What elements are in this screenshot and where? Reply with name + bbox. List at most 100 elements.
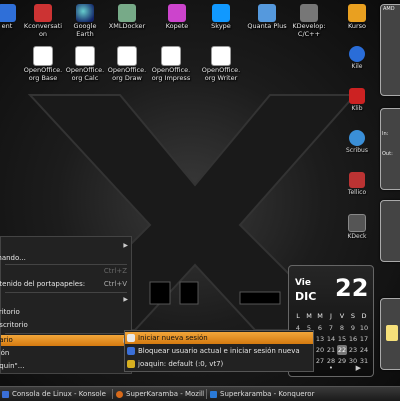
desktop-icon-kdevelop[interactable]: KDevelop: C/C++ bbox=[286, 4, 332, 38]
context-menu-item[interactable]: aquin"... bbox=[0, 361, 131, 372]
desktop-icon-label: Google Earth bbox=[73, 22, 97, 38]
konsole-icon bbox=[2, 390, 9, 398]
desktop-icon-openoffice-writer[interactable]: OpenOffice. org Writer bbox=[198, 46, 244, 82]
calendar-today-dot[interactable]: • bbox=[329, 364, 333, 372]
desktop-icon-label: OpenOffice. org Writer bbox=[201, 66, 241, 82]
context-menu-item[interactable]: mando... bbox=[0, 253, 131, 264]
menu-item-label: sión bbox=[0, 349, 10, 357]
menu-separator bbox=[5, 333, 127, 334]
calendar-day-cell[interactable]: 23 bbox=[348, 345, 358, 355]
task-konqueror[interactable]: Superkaramba - Konqueror bbox=[210, 388, 330, 400]
desktop-icon-scribus[interactable]: Scribus bbox=[342, 130, 372, 154]
desktop-icon-kopete[interactable]: Kopete bbox=[154, 4, 200, 31]
taskbar: Consola de Linux - Konsole SuperKaramba … bbox=[0, 386, 400, 401]
calendar-day-cell[interactable]: 6 bbox=[315, 323, 325, 333]
lock-icon bbox=[127, 347, 135, 355]
openoffice-writer-icon bbox=[211, 46, 231, 66]
xml-icon bbox=[118, 4, 136, 22]
desktop-icon-xmldocker[interactable]: XMLDocker bbox=[104, 4, 150, 31]
menu-item-label: aquin"... bbox=[0, 362, 25, 370]
menu-separator bbox=[5, 264, 127, 265]
desktop-icon-openoffice-draw[interactable]: OpenOffice. org Draw bbox=[104, 46, 150, 82]
desktop-icon-klib[interactable]: Klib bbox=[342, 88, 372, 112]
desktop-icon-tellico[interactable]: Tellico bbox=[342, 172, 372, 196]
context-menu-item[interactable]: uario▶ bbox=[0, 335, 131, 346]
menu-item-label: critorio bbox=[0, 308, 20, 316]
media-widget bbox=[380, 298, 400, 370]
submenu-arrow-icon: ▶ bbox=[123, 242, 128, 249]
calendar-day-cell[interactable]: 17 bbox=[359, 334, 369, 344]
user-icon bbox=[127, 360, 135, 368]
calendar-day-cell[interactable]: 13 bbox=[315, 334, 325, 344]
calendar-day-cell[interactable]: 16 bbox=[348, 334, 358, 344]
desktop-icon-kconversation[interactable]: Kconversati on bbox=[20, 4, 66, 38]
calendar-day-cell[interactable]: 9 bbox=[348, 323, 358, 333]
calendar-day-cell[interactable]: 7 bbox=[326, 323, 336, 333]
openoffice-base-icon bbox=[33, 46, 53, 66]
openoffice-draw-icon bbox=[117, 46, 137, 66]
desktop-icon-label: Scribus bbox=[346, 147, 368, 154]
calendar-day-cell[interactable]: 15 bbox=[337, 334, 347, 344]
calendar-weekday-header: M bbox=[306, 312, 312, 320]
calendar-day-cell[interactable]: 14 bbox=[326, 334, 336, 344]
desktop-icon-label: OpenOffice. org Calc bbox=[65, 66, 105, 82]
calendar-weekday: Vie bbox=[295, 278, 311, 288]
cpu-widget-label: AMD bbox=[383, 6, 395, 12]
desktop-icon-kurso[interactable]: Kurso bbox=[334, 4, 380, 31]
context-menu-item[interactable]: o▶ bbox=[1, 240, 131, 251]
menu-item-shortcut: Ctrl+Z bbox=[103, 267, 127, 275]
desktop-icon-label: Tellico bbox=[347, 189, 367, 196]
desktop-icon-kdeck[interactable]: KDeck bbox=[342, 214, 372, 240]
cpu-monitor-widget: AMD bbox=[380, 4, 400, 96]
desktop-icon-label: OpenOffice. org Base bbox=[23, 66, 63, 82]
calendar-day-cell[interactable]: 24 bbox=[359, 345, 369, 355]
context-menu-item[interactable]: Ctrl+Z bbox=[1, 266, 131, 277]
kile-icon bbox=[349, 46, 365, 62]
quanta-icon bbox=[258, 4, 276, 22]
task-label: Superkaramba - Konqueror bbox=[220, 390, 315, 398]
desktop-icon-label: Skype bbox=[211, 22, 231, 30]
desktop-icon-label: KDeck bbox=[347, 233, 367, 240]
calendar-weekday-header: M bbox=[317, 312, 323, 320]
desktop-icon-openoffice-base[interactable]: OpenOffice. org Base bbox=[20, 46, 66, 82]
calendar-weekday-header: S bbox=[350, 312, 356, 320]
context-menu-item[interactable]: sión bbox=[0, 348, 131, 359]
desktop-icon-label: OpenOffice. org Draw bbox=[107, 66, 147, 82]
desktop-icon-openoffice-impress[interactable]: OpenOffice. org Impress bbox=[148, 46, 194, 82]
calendar-day-cell[interactable]: 22 bbox=[337, 345, 347, 355]
desktop-icon-skype[interactable]: Skype bbox=[198, 4, 244, 31]
skype-icon bbox=[212, 4, 230, 22]
task-firefox[interactable]: SuperKaramba - Mozilla Fi bbox=[116, 388, 204, 400]
calendar-day-cell[interactable]: 10 bbox=[359, 323, 369, 333]
submenu-item-label: Bloquear usuario actual e iniciar sesión… bbox=[138, 347, 300, 355]
taskbar-separator bbox=[112, 389, 113, 399]
calendar-weekday-header: L bbox=[296, 312, 300, 320]
network-monitor-widget: In: Out: bbox=[380, 108, 400, 190]
desktop-icon-kile[interactable]: Kile bbox=[342, 46, 372, 70]
kdevelop-icon bbox=[300, 4, 318, 22]
task-konsole[interactable]: Consola de Linux - Konsole bbox=[2, 388, 110, 400]
calendar-month: DIC bbox=[295, 290, 317, 303]
submenu-item[interactable]: Bloquear usuario actual e iniciar sesión… bbox=[125, 345, 313, 357]
calendar-day-cell[interactable]: 20 bbox=[315, 345, 325, 355]
context-menu-item[interactable]: ntenido del portapapeles: Ctrl+V bbox=[0, 279, 131, 290]
calendar-day-cell[interactable]: 21 bbox=[326, 345, 336, 355]
desktop-icon-openoffice-calc[interactable]: OpenOffice. org Calc bbox=[62, 46, 108, 82]
submenu-item[interactable]: Iniciar nueva sesión bbox=[125, 332, 313, 344]
calendar-next-button[interactable]: ▶ bbox=[356, 364, 361, 372]
submenu-item[interactable]: joaquin: default (:0, vt7) bbox=[125, 358, 313, 370]
system-widget bbox=[380, 200, 400, 262]
calendar-weekday-header: V bbox=[339, 312, 345, 320]
task-label: Consola de Linux - Konsole bbox=[12, 390, 106, 398]
network-out-label: Out: bbox=[382, 151, 393, 157]
google-earth-icon bbox=[76, 4, 94, 22]
context-menu-item[interactable]: escritorio bbox=[0, 320, 131, 331]
menu-separator bbox=[5, 292, 127, 293]
context-menu-item[interactable]: ▶ bbox=[1, 294, 131, 305]
calendar-day-cell[interactable]: 8 bbox=[337, 323, 347, 333]
menu-item-label: uario bbox=[0, 336, 13, 344]
desktop-icon-quanta[interactable]: Quanta Plus bbox=[244, 4, 290, 31]
context-menu-item[interactable]: critorio bbox=[0, 307, 131, 318]
desktop-icon-google-earth[interactable]: Google Earth bbox=[62, 4, 108, 38]
desktop-icon-label: Kurso bbox=[347, 22, 367, 30]
